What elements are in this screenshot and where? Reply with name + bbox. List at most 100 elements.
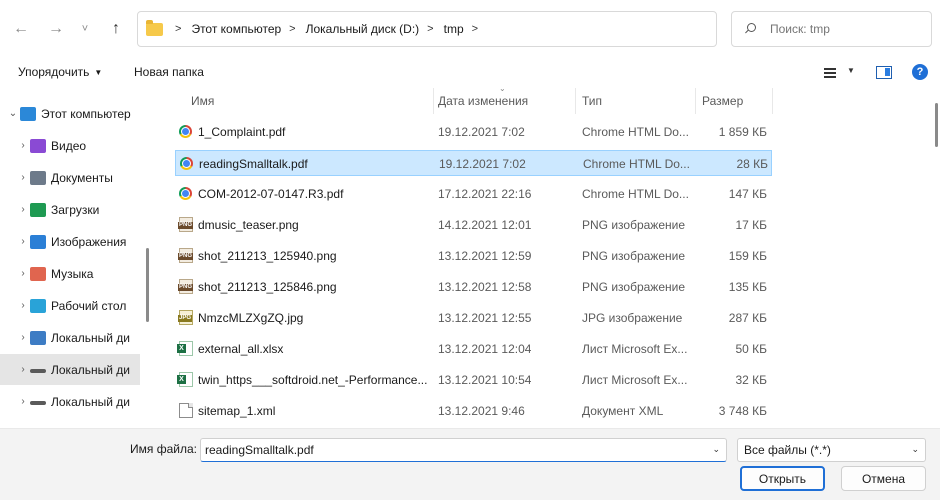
chevron-right-icon[interactable]: › bbox=[16, 364, 30, 375]
folder-icon bbox=[146, 19, 163, 36]
chevron-right-icon[interactable]: › bbox=[16, 396, 30, 407]
chevron-right-icon[interactable]: › bbox=[16, 300, 30, 311]
chrome-file-icon bbox=[179, 125, 192, 138]
chevron-right-icon[interactable]: > bbox=[472, 23, 478, 35]
png-file-icon bbox=[178, 217, 194, 232]
arrow-right-icon: → bbox=[48, 20, 64, 37]
file-row[interactable]: external_all.xlsx 13.12.2021 12:04 Лист Mi… bbox=[175, 336, 772, 362]
help-icon[interactable]: ? bbox=[912, 64, 928, 80]
search-icon bbox=[744, 23, 756, 35]
preview-pane-icon[interactable] bbox=[876, 66, 892, 79]
up-button[interactable]: ↑ bbox=[104, 17, 128, 41]
file-row[interactable]: 1_Complaint.pdf 19.12.2021 7:02 Chrome HTM… bbox=[175, 119, 772, 145]
recent-locations-button[interactable]: ˅ bbox=[75, 17, 95, 41]
organize-button[interactable]: Упорядочить ▼ bbox=[18, 65, 102, 79]
file-type: JPG изображение bbox=[582, 311, 683, 325]
file-row[interactable]: shot_211213_125940.png 13.12.2021 12:59 PN… bbox=[175, 243, 772, 269]
column-type[interactable]: Тип bbox=[582, 94, 602, 108]
filename-label: Имя файла: bbox=[130, 442, 197, 456]
file-date: 17.12.2021 22:16 bbox=[438, 187, 532, 201]
pictures-icon bbox=[30, 234, 46, 249]
file-row[interactable]: shot_211213_125846.png 13.12.2021 12:58 PN… bbox=[175, 274, 772, 300]
chevron-down-icon: ˅ bbox=[81, 23, 89, 35]
chevron-right-icon[interactable]: › bbox=[16, 204, 30, 215]
cancel-button[interactable]: Отмена bbox=[841, 466, 926, 491]
caret-down-icon[interactable]: ▼ bbox=[847, 66, 855, 75]
column-divider[interactable] bbox=[772, 88, 773, 114]
breadcrumb-local-disk-d[interactable]: Локальный диск (D:) bbox=[306, 22, 420, 36]
chevron-down-icon[interactable]: ⌄ bbox=[6, 108, 20, 119]
back-button[interactable]: ← bbox=[9, 17, 33, 41]
sidebar-item[interactable]: › Локальный ди bbox=[0, 386, 140, 417]
open-button[interactable]: Открыть bbox=[740, 466, 825, 491]
file-type: Chrome HTML Do... bbox=[583, 157, 690, 171]
chevron-right-icon[interactable]: > bbox=[289, 23, 295, 35]
file-type: Лист Microsoft Ex... bbox=[582, 373, 688, 387]
sidebar-item-label: Этот компьютер bbox=[41, 106, 131, 121]
column-size[interactable]: Размер bbox=[702, 94, 743, 108]
arrow-up-icon: ↑ bbox=[112, 20, 120, 37]
file-type: Лист Microsoft Ex... bbox=[582, 342, 688, 356]
sidebar-scrollbar[interactable] bbox=[146, 248, 149, 322]
file-row[interactable]: sitemap_1.xml 13.12.2021 9:46 Документ XML… bbox=[175, 398, 772, 424]
chevron-right-icon[interactable]: › bbox=[16, 332, 30, 343]
file-row[interactable]: readingSmalltalk.pdf 19.12.2021 7:02 Chrom… bbox=[175, 150, 772, 176]
sidebar-item[interactable]: › Документы bbox=[0, 162, 140, 193]
sidebar-item[interactable]: › Загрузки bbox=[0, 194, 140, 225]
column-divider[interactable] bbox=[695, 88, 696, 114]
file-date: 14.12.2021 12:01 bbox=[438, 218, 532, 232]
filename-value[interactable]: readingSmalltalk.pdf bbox=[205, 443, 314, 457]
forward-button[interactable]: → bbox=[44, 17, 68, 41]
filename-input[interactable]: readingSmalltalk.pdf ⌄ bbox=[200, 438, 727, 462]
sidebar-item[interactable]: › Музыка bbox=[0, 258, 140, 289]
new-folder-button[interactable]: Новая папка bbox=[134, 65, 204, 79]
chevron-right-icon[interactable]: › bbox=[16, 172, 30, 183]
file-row[interactable]: dmusic_teaser.png 14.12.2021 12:01 PNG изо… bbox=[175, 212, 772, 238]
caret-down-icon: ▼ bbox=[94, 68, 103, 77]
filetype-select[interactable]: Все файлы (*.*) ⌄ bbox=[737, 438, 926, 462]
sidebar-item[interactable]: › Локальный ди bbox=[0, 322, 140, 353]
file-row[interactable]: NmzcMLZXgZQ.jpg 13.12.2021 12:55 JPG изобр… bbox=[175, 305, 772, 331]
sidebar-item-label: Музыка bbox=[51, 266, 94, 281]
chevron-down-icon[interactable]: ⌄ bbox=[712, 444, 720, 455]
column-divider[interactable] bbox=[575, 88, 576, 114]
windows-drive-icon bbox=[30, 330, 46, 345]
file-size: 159 КБ bbox=[728, 249, 767, 263]
dialog-footer: Имя файла: readingSmalltalk.pdf ⌄ Все фа… bbox=[0, 428, 940, 500]
navigation-bar: ← → ˅ ↑ > Этот компьютер > Локальный дис… bbox=[0, 0, 940, 58]
file-row[interactable]: twin_https___softdroid.net_-Performance.… bbox=[175, 367, 772, 393]
column-divider[interactable] bbox=[433, 88, 434, 114]
search-box[interactable] bbox=[731, 11, 932, 47]
sidebar-item-label: Документы bbox=[51, 170, 113, 185]
drive-icon bbox=[30, 400, 46, 405]
sidebar-item[interactable]: ⌄ Этот компьютер bbox=[0, 98, 140, 129]
column-date[interactable]: Дата изменения bbox=[438, 94, 528, 108]
sidebar-item[interactable]: › Локальный ди bbox=[0, 354, 140, 385]
sidebar-item-label: Локальный ди bbox=[51, 394, 130, 409]
chevron-right-icon[interactable]: › bbox=[16, 140, 30, 151]
view-options-icon[interactable] bbox=[824, 68, 836, 78]
file-type: Chrome HTML Do... bbox=[582, 187, 689, 201]
file-date: 19.12.2021 7:02 bbox=[439, 157, 526, 171]
file-type: Документ XML bbox=[582, 404, 664, 418]
address-bar[interactable]: > Этот компьютер > Локальный диск (D:) >… bbox=[137, 11, 717, 47]
sidebar-item[interactable]: › Видео bbox=[0, 130, 140, 161]
file-size: 147 КБ bbox=[728, 187, 767, 201]
file-size: 17 КБ bbox=[735, 218, 767, 232]
sidebar-item[interactable]: › Изображения bbox=[0, 226, 140, 257]
file-date: 13.12.2021 10:54 bbox=[438, 373, 532, 387]
chevron-right-icon[interactable]: > bbox=[427, 23, 433, 35]
chevron-right-icon[interactable]: › bbox=[16, 236, 30, 247]
file-row[interactable]: COM-2012-07-0147.R3.pdf 17.12.2021 22:16 C… bbox=[175, 181, 772, 207]
command-toolbar: Упорядочить ▼ Новая папка ▼ ? bbox=[0, 58, 940, 88]
file-size: 287 КБ bbox=[728, 311, 767, 325]
column-name[interactable]: Имя bbox=[191, 94, 214, 108]
file-list-scrollbar[interactable] bbox=[935, 103, 938, 147]
file-date: 13.12.2021 12:59 bbox=[438, 249, 532, 263]
chevron-right-icon[interactable]: › bbox=[16, 268, 30, 279]
search-input[interactable] bbox=[770, 22, 920, 36]
breadcrumb-tmp[interactable]: tmp bbox=[444, 22, 464, 36]
sidebar-item[interactable]: › Рабочий стол bbox=[0, 290, 140, 321]
breadcrumb-this-pc[interactable]: Этот компьютер bbox=[191, 22, 281, 36]
arrow-left-icon: ← bbox=[13, 20, 29, 37]
